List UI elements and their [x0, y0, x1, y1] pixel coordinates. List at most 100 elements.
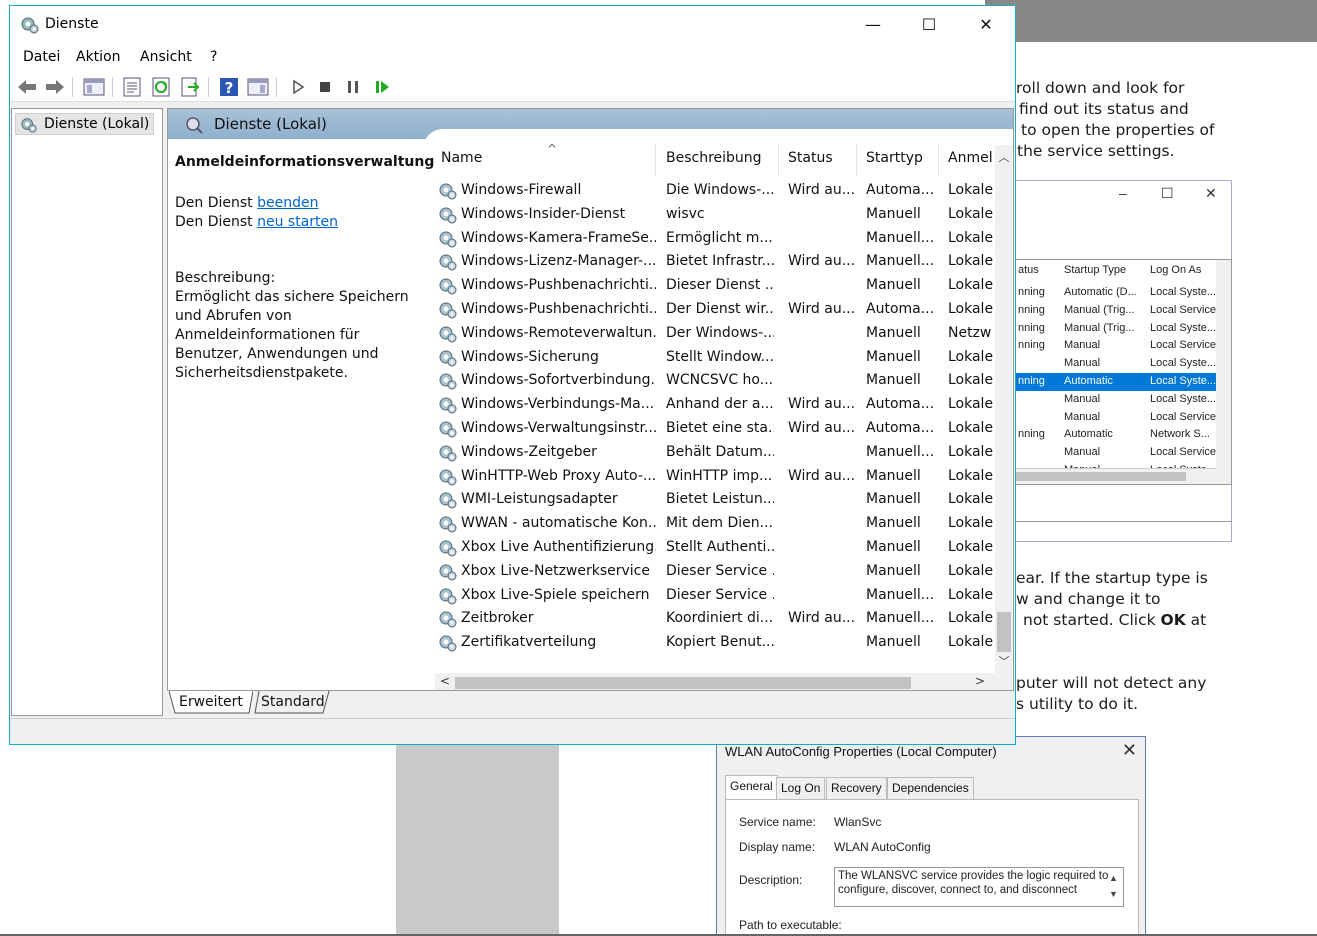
service-name: Xbox Live-Netzwerkservice: [461, 562, 650, 579]
tab-standard[interactable]: Standard: [251, 691, 331, 715]
service-description: Koordiniert di...: [666, 610, 774, 627]
service-logon: Lokale: [948, 634, 994, 651]
column-header-starttyp[interactable]: Starttyp: [866, 150, 923, 166]
refresh-icon[interactable]: [150, 76, 172, 98]
wlan-tab-logon[interactable]: Log On: [776, 777, 826, 799]
table-row[interactable]: Windows-Verbindungs-Ma... Anhand der a...…: [435, 393, 995, 417]
table-row[interactable]: Windows-Firewall Die Windows-... Wird au..…: [435, 179, 995, 203]
maximize-button[interactable]: ☐: [901, 6, 957, 44]
service-name: WMI-Leistungsadapter: [461, 491, 618, 508]
table-row[interactable]: Windows-Remoteverwaltun... Der Windows-..…: [435, 322, 995, 346]
mini-cell-status: nning: [1018, 286, 1045, 298]
back-arrow-icon[interactable]: [16, 76, 38, 98]
table-row[interactable]: WWAN - automatische Kon... Mit dem Dien..…: [435, 512, 995, 536]
column-divider[interactable]: [856, 145, 857, 175]
article-line: s utility to do it.: [1016, 695, 1139, 713]
column-header-logon[interactable]: Anmel: [948, 150, 993, 166]
properties-sheet-icon[interactable]: [121, 76, 143, 98]
forward-arrow-icon[interactable]: [44, 76, 66, 98]
column-divider[interactable]: [938, 145, 939, 175]
table-row[interactable]: Windows-Pushbenachrichti... Der Dienst wi…: [435, 298, 995, 322]
table-row[interactable]: Windows-Pushbenachrichti... Dieser Dienst…: [435, 274, 995, 298]
export-list-icon[interactable]: [179, 76, 201, 98]
mini-close-icon: ✕: [1205, 185, 1217, 201]
minimize-button[interactable]: —: [845, 6, 901, 44]
tab-erweitert[interactable]: Erweitert: [169, 691, 253, 715]
table-row[interactable]: Windows-Sicherung Stellt Window... Manuell…: [435, 346, 995, 370]
column-header-name[interactable]: Name: [441, 150, 482, 166]
description-scroll-arrows-icon[interactable]: ▲ ▼: [1109, 870, 1118, 902]
wlan-close-icon[interactable]: ✕: [1122, 740, 1137, 761]
tree-item-label: Dienste (Lokal): [44, 116, 150, 132]
mini-cell-logon: Local Syste...: [1150, 375, 1217, 387]
mini-minimize-icon: –: [1119, 185, 1127, 201]
service-name: Zertifikatverteilung: [461, 634, 597, 651]
table-row[interactable]: WMI-Leistungsadapter Bietet Leistun... Man…: [435, 488, 995, 512]
table-row[interactable]: Xbox Live Authentifizierung... Stellt Aut…: [435, 536, 995, 560]
close-button[interactable]: ✕: [958, 6, 1014, 44]
service-description: Dieser Service ...: [666, 562, 774, 579]
table-row[interactable]: Windows-Lizenz-Manager-... Bietet Infrast…: [435, 250, 995, 274]
table-row[interactable]: Windows-Sofortverbindung... WCNCSVC ho...…: [435, 369, 995, 393]
vertical-scrollbar[interactable]: ︿ ﹀: [995, 145, 1013, 673]
start-service-icon[interactable]: [287, 76, 309, 98]
column-divider[interactable]: [655, 145, 656, 175]
mini-cell-startup: Automatic: [1064, 375, 1113, 387]
description-textbox[interactable]: The WLANSVC service provides the logic r…: [834, 867, 1124, 907]
service-name: Windows-Lizenz-Manager-...: [461, 253, 656, 270]
restart-service-link[interactable]: neu starten: [257, 214, 338, 230]
service-gear-icon: [439, 254, 457, 271]
table-row[interactable]: WinHTTP-Web Proxy Auto-... WinHTTP imp...…: [435, 465, 995, 489]
mini-table-row: nning Automatic Local Syste...: [1016, 373, 1216, 391]
scroll-up-icon[interactable]: ︿: [995, 149, 1013, 167]
table-row[interactable]: Zertifikatverteilung Kopiert Benut... Manu…: [435, 631, 995, 655]
menu-aktion[interactable]: Aktion: [76, 49, 121, 65]
article-text-bottom: puter will not detect any s utility to d…: [1016, 673, 1206, 715]
scroll-left-icon[interactable]: <: [440, 674, 450, 688]
service-starttype: Manuell: [866, 562, 921, 579]
menu-datei[interactable]: Datei: [23, 49, 60, 65]
restart-service-icon[interactable]: [371, 76, 393, 98]
service-logon: Lokale: [948, 515, 994, 532]
background-gray-block: [396, 745, 559, 936]
mini-table-row: nning Manual Local Service: [1016, 337, 1216, 355]
service-detail-panel: Anmeldeinformationsverwaltung Den Dienst…: [175, 153, 434, 383]
service-name: Windows-Zeitgeber: [461, 443, 597, 460]
mini-cell-startup: Manual (Trig...: [1064, 303, 1135, 316]
stop-service-icon[interactable]: [314, 76, 336, 98]
service-logon: Lokale: [948, 182, 994, 198]
mini-cell-startup: Manual: [1064, 392, 1101, 405]
horizontal-scrollbar[interactable]: < >: [435, 673, 1013, 690]
wlan-tab-general[interactable]: General: [725, 775, 778, 799]
scroll-down-icon[interactable]: ﹀: [995, 653, 1013, 671]
column-divider[interactable]: [778, 145, 779, 175]
pause-service-icon[interactable]: [342, 76, 364, 98]
service-gear-icon: [439, 397, 457, 414]
article-line: w and change it to: [1016, 590, 1161, 608]
column-header-description[interactable]: Beschreibung: [666, 150, 762, 166]
table-row[interactable]: Zeitbroker Koordiniert di... Wird au... Man…: [435, 607, 995, 631]
vertical-scroll-thumb[interactable]: [997, 612, 1011, 652]
menu-ansicht[interactable]: Ansicht: [140, 49, 192, 65]
service-status: Wird au...: [788, 420, 854, 436]
column-header-status[interactable]: Status: [788, 150, 833, 166]
console-tree-icon[interactable]: [83, 76, 105, 98]
mini-cell-logon: Network S...: [1150, 428, 1210, 441]
service-logon: Lokale: [948, 610, 994, 627]
stop-service-link[interactable]: beenden: [257, 195, 318, 211]
table-row[interactable]: Windows-Zeitgeber Behält Datum... Manuell.…: [435, 441, 995, 465]
scroll-right-icon[interactable]: >: [975, 674, 985, 688]
wlan-tab-recovery[interactable]: Recovery: [826, 777, 887, 799]
menu-help[interactable]: ?: [210, 49, 217, 65]
table-row[interactable]: Xbox Live-Netzwerkservice Dieser Service …: [435, 560, 995, 584]
table-row[interactable]: Windows-Verwaltungsinstr... Bietet eine s…: [435, 417, 995, 441]
service-gear-icon: [439, 564, 457, 581]
table-row[interactable]: Windows-Kamera-FrameSe... Ermöglicht m...…: [435, 227, 995, 251]
table-row[interactable]: Xbox Live-Spiele speichern Dieser Service…: [435, 584, 995, 608]
help-icon[interactable]: ?: [218, 76, 240, 98]
table-row[interactable]: Windows-Insider-Dienst wisvc Manuell Lokale: [435, 203, 995, 227]
wlan-tab-dependencies[interactable]: Dependencies: [887, 777, 974, 799]
show-hide-action-pane-icon[interactable]: [247, 76, 269, 98]
horizontal-scroll-thumb[interactable]: [455, 677, 911, 689]
tree-item-services-local[interactable]: Dienste (Lokal): [15, 113, 155, 135]
